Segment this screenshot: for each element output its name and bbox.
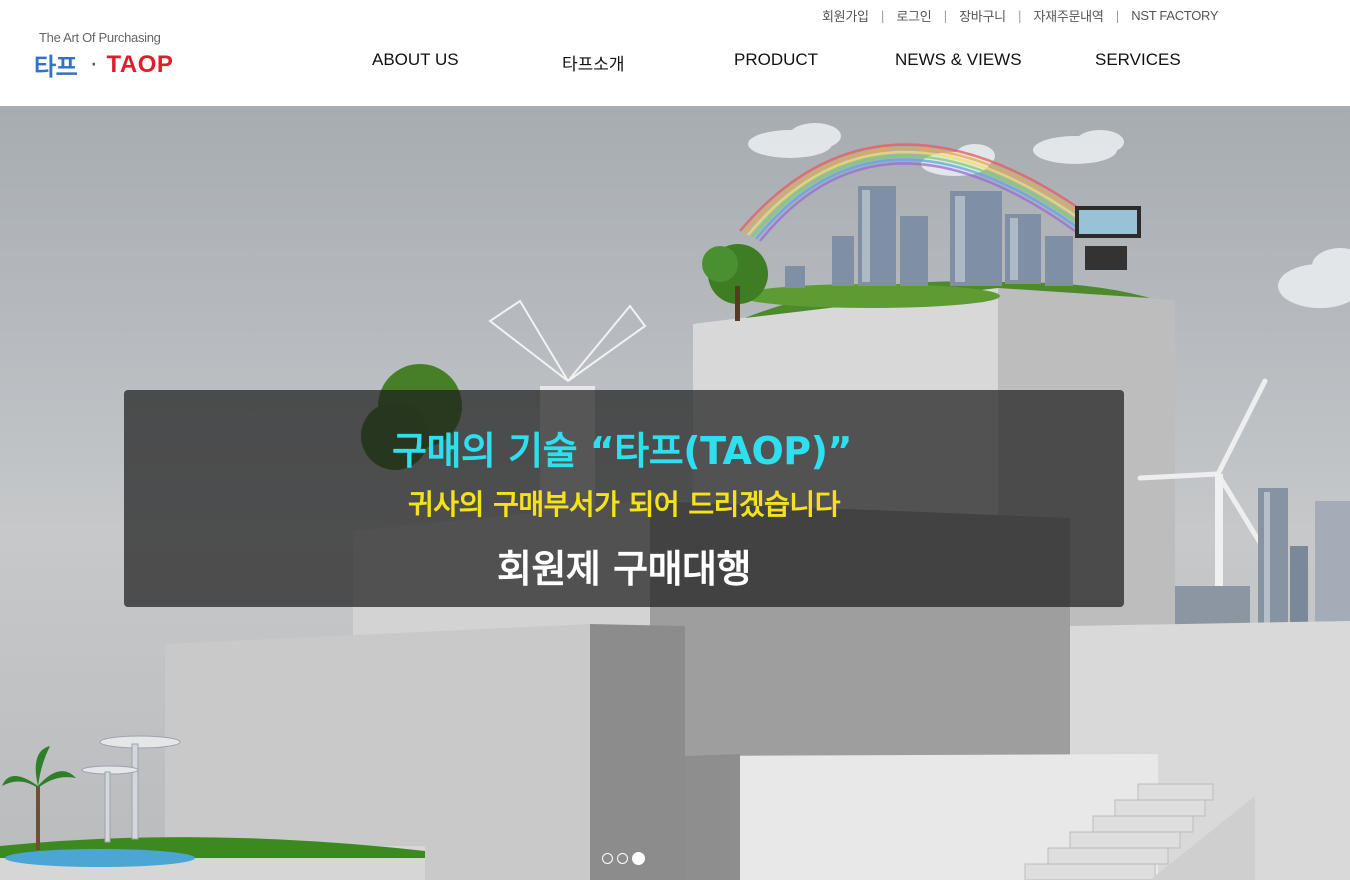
hero-headline-text: 구매의 기술 “타프(TAOP)” [392, 429, 852, 473]
slider-pagination [602, 852, 645, 865]
hero-caption-box: 구매의 기술 “타프(TAOP)” 귀사의 구매부서가 되어 드리겠습니다 회원… [124, 390, 1124, 607]
login-link[interactable]: 로그인 [896, 6, 931, 25]
utility-nav: 회원가입 | 로그인 | 장바구니 | 자재주문내역 | NST FACTORY [822, 6, 1219, 25]
separator: | [880, 8, 885, 23]
slide-dot-1[interactable] [602, 853, 613, 864]
nav-taop-intro[interactable]: 타프소개 [562, 50, 625, 75]
slide-dot-3[interactable] [632, 852, 645, 865]
slide-dot-2[interactable] [617, 853, 628, 864]
nav-about-us[interactable]: ABOUT US [372, 50, 459, 70]
hero-headline: 구매의 기술 “타프(TAOP)” [124, 420, 1124, 475]
nav-news-views[interactable]: NEWS & VIEWS [895, 50, 1022, 70]
main-nav: ABOUT US 타프소개 PRODUCT NEWS & VIEWS SERVI… [0, 50, 1350, 74]
hero-tagline: 회원제 구매대행 [497, 547, 751, 591]
nav-product[interactable]: PRODUCT [734, 50, 818, 70]
cart-link[interactable]: 장바구니 [959, 6, 1006, 25]
hero-slider: 구매의 기술 “타프(TAOP)” 귀사의 구매부서가 되어 드리겠습니다 회원… [0, 106, 1350, 880]
separator: | [1017, 8, 1022, 23]
site-header: 회원가입 | 로그인 | 장바구니 | 자재주문내역 | NST FACTORY… [0, 0, 1350, 106]
order-history-link[interactable]: 자재주문내역 [1034, 6, 1104, 25]
logo-tagline: The Art Of Purchasing [39, 30, 161, 45]
hero-subline: 귀사의 구매부서가 되어 드리겠습니다 [408, 488, 840, 521]
separator: | [943, 8, 948, 23]
nst-factory-link[interactable]: NST FACTORY [1131, 8, 1218, 23]
nav-services[interactable]: SERVICES [1095, 50, 1181, 70]
signup-link[interactable]: 회원가입 [822, 6, 869, 25]
separator: | [1115, 8, 1120, 23]
